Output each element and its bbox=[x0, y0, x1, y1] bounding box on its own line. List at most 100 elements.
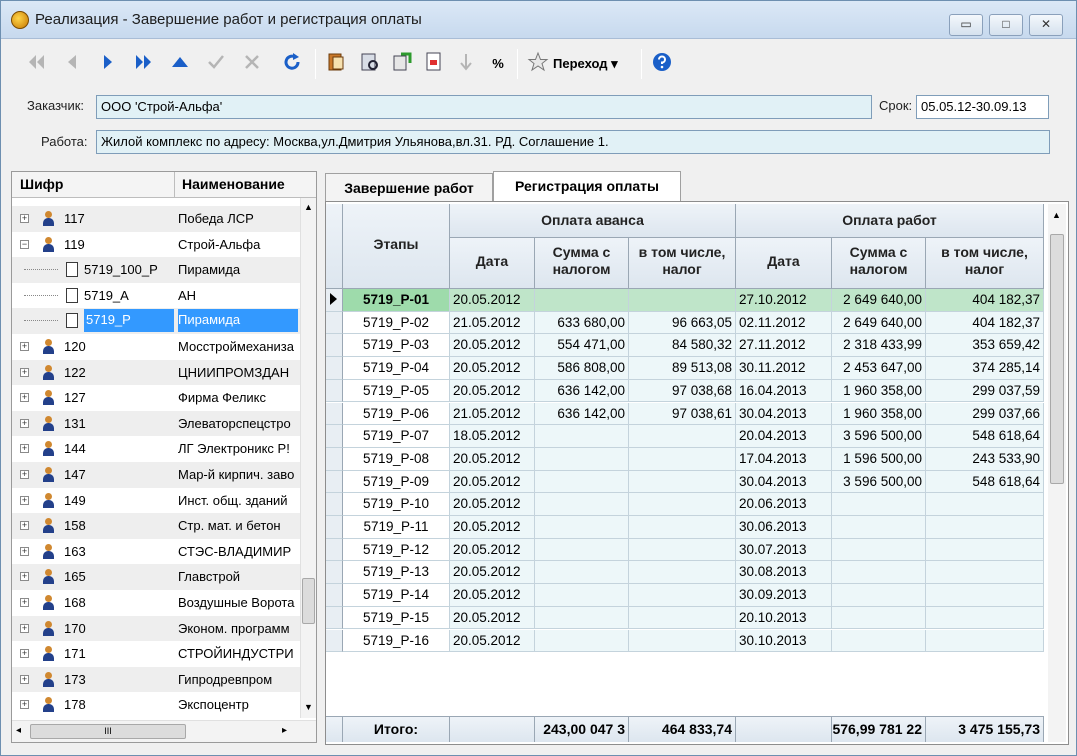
expand-icon[interactable]: + bbox=[20, 700, 29, 710]
expand-icon[interactable]: + bbox=[20, 546, 29, 556]
tab-work-completion[interactable]: Завершение работ bbox=[325, 173, 493, 201]
stage-cell[interactable]: 5719_P-05 bbox=[343, 379, 450, 403]
grid-header-stages[interactable]: Этапы bbox=[343, 204, 450, 289]
grid-cell[interactable] bbox=[832, 606, 926, 630]
expand-icon[interactable]: + bbox=[20, 598, 29, 607]
stage-cell[interactable]: 5719_P-16 bbox=[343, 629, 450, 653]
grid-cell[interactable]: 548 618,64 bbox=[926, 425, 1044, 448]
tree-row[interactable]: +170 Эконом. программ bbox=[12, 615, 300, 642]
grid-cell[interactable]: 1 960 358,00 bbox=[832, 379, 926, 403]
tree-row[interactable]: 5719_A АН bbox=[12, 283, 300, 309]
grid-cell[interactable]: 17.04.2013 bbox=[736, 447, 832, 471]
tree-row[interactable]: +171 СТРОЙИНДУСТРИ bbox=[12, 641, 300, 667]
grid-cell[interactable]: 2 453 647,00 bbox=[832, 357, 926, 380]
grid-cell[interactable]: 2 318 433,99 bbox=[832, 334, 926, 358]
grid-cell[interactable]: 548 618,64 bbox=[926, 470, 1044, 494]
tree-vertical-scrollbar[interactable]: ▲ ▼ bbox=[300, 198, 316, 718]
header-work-date[interactable]: Дата bbox=[736, 238, 832, 289]
grid-cell[interactable]: 3 596 500,00 bbox=[832, 425, 926, 448]
grid-cell[interactable]: 20.05.2012 bbox=[450, 606, 535, 630]
grid-cell[interactable]: 20.05.2012 bbox=[450, 357, 535, 380]
grid-cell[interactable] bbox=[832, 561, 926, 585]
tree-row[interactable]: +168 Воздушные Ворота bbox=[12, 590, 300, 616]
grid-cell[interactable]: 20.05.2012 bbox=[450, 379, 535, 403]
next-record-icon[interactable] bbox=[95, 51, 121, 77]
tree-row[interactable]: +144 ЛГ Электроникс Р! bbox=[12, 436, 300, 462]
grid-cell[interactable]: 30.04.2013 bbox=[736, 402, 832, 426]
expand-icon[interactable]: + bbox=[20, 418, 29, 428]
grid-cell[interactable]: 299 037,66 bbox=[926, 402, 1044, 426]
grid-cell[interactable]: 20.05.2012 bbox=[450, 470, 535, 494]
grid-cell[interactable] bbox=[629, 289, 736, 312]
grid-cell[interactable] bbox=[535, 629, 629, 653]
grid-cell[interactable]: 89 513,08 bbox=[629, 357, 736, 380]
grid-vertical-scrollbar[interactable]: ▲ bbox=[1048, 204, 1066, 742]
close-button[interactable]: ✕ bbox=[1029, 14, 1063, 36]
grid-cell[interactable] bbox=[535, 289, 629, 312]
grid-cell[interactable] bbox=[535, 493, 629, 516]
minimize-button[interactable]: ▭ bbox=[949, 14, 983, 36]
grid-cell[interactable] bbox=[629, 538, 736, 562]
stage-cell[interactable]: 5719_P-11 bbox=[343, 516, 450, 539]
expand-icon[interactable]: + bbox=[20, 214, 29, 223]
grid-cell[interactable]: 21.05.2012 bbox=[450, 311, 535, 335]
goto-menu-button[interactable]: Переход ▾ bbox=[553, 56, 618, 72]
stage-cell[interactable]: 5719_P-15 bbox=[343, 606, 450, 630]
grid-cell[interactable]: 20.05.2012 bbox=[450, 493, 535, 516]
grid-cell[interactable] bbox=[926, 584, 1044, 607]
grid-cell[interactable]: 97 038,61 bbox=[629, 402, 736, 426]
grid-cell[interactable]: 636 142,00 bbox=[535, 402, 629, 426]
grid-cell[interactable] bbox=[535, 538, 629, 562]
preview-icon[interactable] bbox=[357, 51, 383, 77]
stage-cell[interactable]: 5719_P-08 bbox=[343, 447, 450, 471]
grid-cell[interactable] bbox=[535, 561, 629, 585]
header-adv-tax[interactable]: в том числе, налог bbox=[629, 238, 736, 289]
grid-cell[interactable] bbox=[629, 606, 736, 630]
tree-row[interactable]: − 119 Строй-Альфа bbox=[12, 232, 300, 258]
grid-cell[interactable] bbox=[832, 538, 926, 562]
grid-cell[interactable]: 30.07.2013 bbox=[736, 538, 832, 562]
expand-icon[interactable]: + bbox=[20, 367, 29, 377]
grid-cell[interactable] bbox=[629, 425, 736, 448]
expand-icon[interactable]: + bbox=[20, 572, 29, 582]
grid-cell[interactable] bbox=[832, 493, 926, 516]
scroll-left-icon[interactable]: ◂ bbox=[16, 725, 21, 736]
tree-row[interactable]: +117 Победа ЛСР bbox=[12, 206, 300, 232]
grid-cell[interactable]: 30.11.2012 bbox=[736, 357, 832, 380]
expand-icon[interactable]: + bbox=[20, 342, 29, 351]
grid-cell[interactable] bbox=[629, 561, 736, 585]
tree-row[interactable]: +122 ЦНИИПРОМЗДАН bbox=[12, 359, 300, 386]
collapse-icon[interactable]: − bbox=[20, 239, 29, 249]
grid-cell[interactable]: 243 533,90 bbox=[926, 447, 1044, 471]
grid-cell[interactable]: 353 659,42 bbox=[926, 334, 1044, 358]
expand-icon[interactable]: + bbox=[20, 495, 29, 505]
grid-cell[interactable]: 20.05.2012 bbox=[450, 629, 535, 653]
grid-cell[interactable]: 20.05.2012 bbox=[450, 538, 535, 562]
stage-cell[interactable]: 5719_P-13 bbox=[343, 561, 450, 585]
grid-cell[interactable]: 96 663,05 bbox=[629, 311, 736, 335]
tree-row[interactable]: +165 Главстрой bbox=[12, 564, 300, 590]
grid-cell[interactable]: 20.04.2013 bbox=[736, 425, 832, 448]
insert-record-icon[interactable] bbox=[167, 51, 193, 77]
first-record-icon[interactable] bbox=[23, 51, 49, 77]
export-icon[interactable] bbox=[389, 51, 415, 77]
stage-cell[interactable]: 5719_P-02 bbox=[343, 311, 450, 335]
grid-cell[interactable]: 20.10.2013 bbox=[736, 606, 832, 630]
grid-cell[interactable]: 20.05.2012 bbox=[450, 584, 535, 607]
grid-cell[interactable]: 20.06.2013 bbox=[736, 493, 832, 516]
tree-row[interactable]: +131 Элеваторспецстро bbox=[12, 410, 300, 437]
stage-cell[interactable]: 5719_P-07 bbox=[343, 425, 450, 448]
grid-cell[interactable]: 27.10.2012 bbox=[736, 289, 832, 312]
cancel-x-icon[interactable] bbox=[239, 51, 265, 77]
grid-scroll-thumb[interactable] bbox=[1050, 234, 1064, 484]
grid-cell[interactable]: 21.05.2012 bbox=[450, 402, 535, 426]
last-record-icon[interactable] bbox=[131, 51, 157, 77]
header-adv-date[interactable]: Дата bbox=[450, 238, 535, 289]
grid-cell[interactable]: 2 649 640,00 bbox=[832, 289, 926, 312]
grid-cell[interactable]: 02.11.2012 bbox=[736, 311, 832, 335]
tree-col-code[interactable]: Шифр bbox=[20, 176, 63, 192]
percent-button[interactable]: % bbox=[485, 51, 511, 77]
tree-row[interactable]: 5719_P Пирамида bbox=[12, 308, 300, 334]
stage-cell[interactable]: 5719_P-03 bbox=[343, 334, 450, 358]
grid-cell[interactable]: 636 142,00 bbox=[535, 379, 629, 403]
